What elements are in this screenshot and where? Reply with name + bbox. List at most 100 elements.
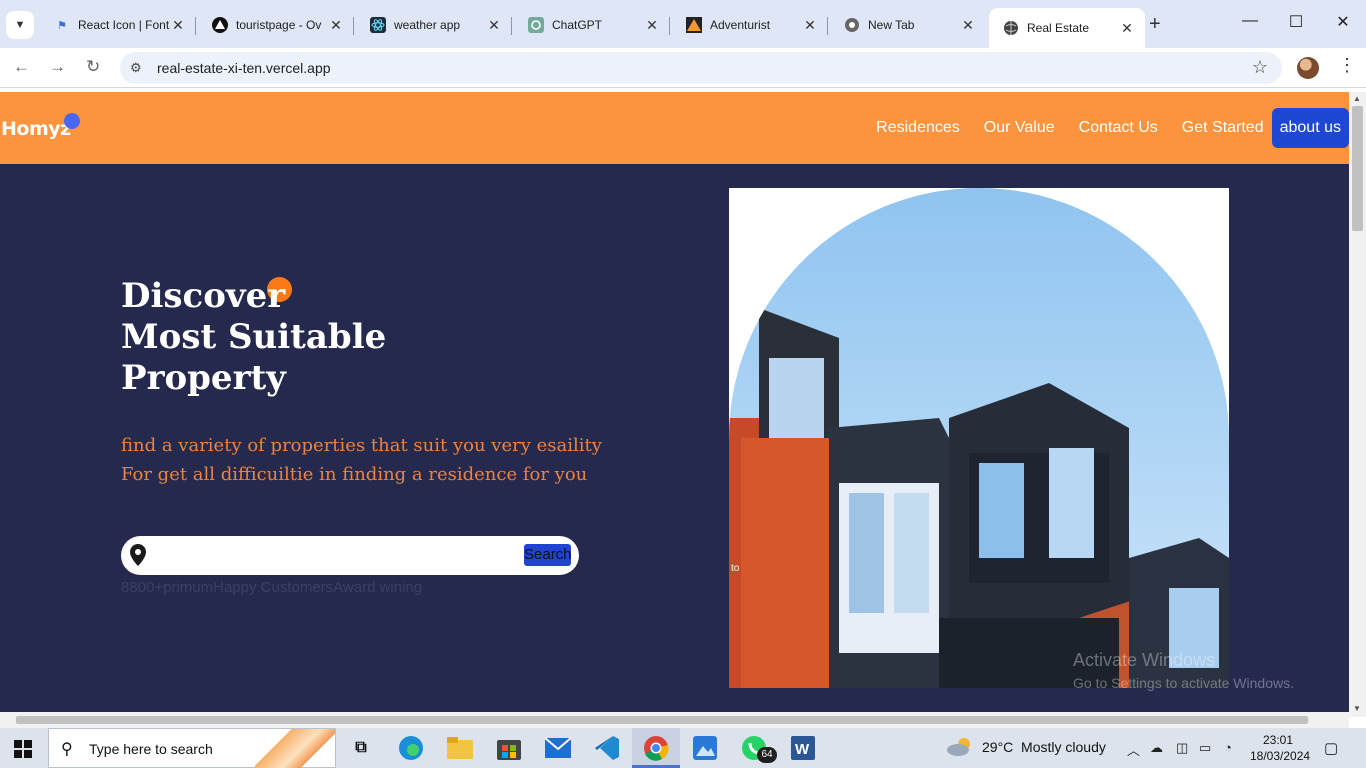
forward-arrow-icon[interactable]: → xyxy=(49,57,66,77)
browser-tab[interactable]: ⚑ React Icon | Font ✕ xyxy=(40,8,196,42)
stats-text: 8800+primumHappy CustomersAward wining xyxy=(121,579,423,596)
vscode-icon[interactable] xyxy=(593,734,621,762)
hero-title-line: Most Suitable xyxy=(121,317,387,357)
clock-date: 18/03/2024 xyxy=(1250,749,1311,763)
image-caption-text: to xyxy=(731,563,740,574)
battery-icon[interactable]: ▭ xyxy=(1199,740,1211,756)
cloudy-weather-icon xyxy=(946,738,974,756)
notifications-icon[interactable]: ▢ xyxy=(1324,739,1338,757)
mail-icon[interactable] xyxy=(544,734,572,762)
browser-toolbar: ← → ↻ ⚙ real-estate-xi-ten.vercel.app ☆ … xyxy=(0,48,1366,88)
profile-avatar[interactable] xyxy=(1297,57,1319,79)
watermark-line: Activate Windows xyxy=(1073,650,1216,670)
globe-icon xyxy=(1003,20,1019,36)
close-icon[interactable]: ✕ xyxy=(960,17,976,34)
onedrive-icon[interactable]: ☁ xyxy=(1150,740,1163,756)
close-window-icon[interactable]: ✕ xyxy=(1320,12,1366,32)
address-bar[interactable]: ⚙ real-estate-xi-ten.vercel.app ☆ xyxy=(120,52,1282,84)
back-arrow-icon[interactable]: ← xyxy=(13,57,30,77)
photos-icon[interactable] xyxy=(691,734,719,762)
nav-get-started[interactable]: Get Started xyxy=(1182,119,1264,137)
browser-tab[interactable]: New Tab ✕ xyxy=(830,8,986,42)
windows-start-icon[interactable] xyxy=(14,740,32,763)
chrome-taskbar-icon[interactable] xyxy=(642,734,670,762)
edge-icon[interactable] xyxy=(397,734,425,762)
nav-residences[interactable]: Residences xyxy=(876,119,960,137)
nav-our-value[interactable]: Our Value xyxy=(984,119,1055,137)
site-settings-icon[interactable]: ⚙ xyxy=(130,60,142,76)
hero-title-line: Property xyxy=(121,358,286,398)
vertical-scrollbar[interactable]: ▲ ▼ xyxy=(1349,92,1366,717)
close-icon[interactable]: ✕ xyxy=(486,17,502,34)
tab-search-button[interactable]: ▼ xyxy=(6,11,34,39)
tab-label: New Tab xyxy=(868,18,915,32)
hero-property-image: to xyxy=(729,188,1229,688)
chatgpt-icon xyxy=(528,17,544,33)
more-menu-icon[interactable]: ⋮ xyxy=(1338,55,1356,76)
close-icon[interactable]: ✕ xyxy=(802,17,818,34)
site-logo[interactable]: Homyz xyxy=(1,118,71,140)
browser-tab-active[interactable]: Real Estate ✕ xyxy=(989,8,1145,48)
microsoft-store-icon[interactable] xyxy=(495,734,523,762)
browser-tab[interactable]: ChatGPT ✕ xyxy=(514,8,670,42)
clock-time: 23:01 xyxy=(1262,733,1294,747)
tab-label: Real Estate xyxy=(1027,21,1090,35)
nav-contact-us[interactable]: Contact Us xyxy=(1079,119,1158,137)
new-tab-plus-icon[interactable]: + xyxy=(1149,13,1161,36)
close-icon[interactable]: ✕ xyxy=(170,17,186,34)
location-pin-icon xyxy=(130,544,146,571)
horizontal-scrollbar[interactable] xyxy=(0,712,1349,728)
location-search-bar[interactable]: Search xyxy=(121,536,579,575)
hero-title-line: Discover xyxy=(121,276,286,316)
hero-subtitle-line: find a variety of properties that suit y… xyxy=(121,435,602,456)
chrome-icon xyxy=(844,17,860,33)
taskbar-search-box[interactable]: ⚲ Type here to search xyxy=(48,728,336,768)
browser-tab[interactable]: touristpage - Ov ✕ xyxy=(198,8,354,42)
weather-widget[interactable]: 29°C Mostly cloudy xyxy=(946,738,1106,756)
chevron-up-icon[interactable]: ︿ xyxy=(1127,740,1140,759)
url-text[interactable]: real-estate-xi-ten.vercel.app xyxy=(157,60,331,76)
scroll-up-arrow-icon[interactable]: ▲ xyxy=(1353,94,1361,103)
search-button[interactable]: Search xyxy=(524,544,572,566)
file-explorer-icon[interactable] xyxy=(446,734,474,762)
activate-windows-watermark: Activate Windows Go to Settings to activ… xyxy=(1073,650,1294,691)
browser-tab[interactable]: Adventurist ✕ xyxy=(672,8,828,42)
site-header: Homyz Residences Our Value Contact Us Ge… xyxy=(0,92,1349,164)
minimize-icon[interactable]: — xyxy=(1227,12,1273,30)
reload-icon[interactable]: ↻ xyxy=(86,57,100,77)
scroll-down-arrow-icon[interactable]: ▼ xyxy=(1353,704,1361,713)
react-icon xyxy=(370,17,386,33)
horizontal-scroll-thumb[interactable] xyxy=(16,716,1308,724)
system-clock[interactable]: 23:01 18/03/2024 xyxy=(1250,732,1311,764)
tab-label: weather app xyxy=(394,18,461,32)
hero-title: Discover Most Suitable Property xyxy=(121,276,386,399)
search-placeholder: Type here to search xyxy=(89,741,213,757)
search-highlight-decoration xyxy=(255,729,335,768)
close-icon[interactable]: ✕ xyxy=(1119,20,1135,37)
maximize-icon[interactable]: ☐ xyxy=(1273,12,1319,32)
close-icon[interactable]: ✕ xyxy=(644,17,660,34)
about-us-button[interactable]: about us xyxy=(1271,108,1349,148)
browser-tab[interactable]: weather app ✕ xyxy=(356,8,512,42)
weather-text: 29°C Mostly cloudy xyxy=(982,739,1106,755)
tab-label: React Icon | Font xyxy=(78,18,170,32)
tab-label: touristpage - Ov xyxy=(236,18,322,32)
svg-text:W: W xyxy=(795,741,810,758)
notification-badge: 64 xyxy=(757,747,777,763)
task-view-icon[interactable]: ⧉ xyxy=(347,734,375,762)
word-icon[interactable]: W xyxy=(789,734,817,762)
chevron-down-icon: ▼ xyxy=(14,19,26,31)
meet-now-icon[interactable]: ◫ xyxy=(1176,740,1188,756)
bookmark-star-icon[interactable]: ☆ xyxy=(1252,57,1268,78)
web-page: Homyz Residences Our Value Contact Us Ge… xyxy=(0,92,1349,712)
watermark-line: Go to Settings to activate Windows. xyxy=(1073,675,1294,691)
wifi-icon[interactable]: ◔ xyxy=(1224,740,1232,755)
site-nav: Residences Our Value Contact Us Get Star… xyxy=(876,108,1349,148)
tab-label: Adventurist xyxy=(710,18,771,32)
close-icon[interactable]: ✕ xyxy=(328,17,344,34)
search-icon: ⚲ xyxy=(61,741,73,758)
vertical-scroll-thumb[interactable] xyxy=(1352,106,1363,231)
flag-icon: ⚑ xyxy=(57,19,67,32)
mountain-icon xyxy=(686,17,702,33)
windows-taskbar: ⚲ Type here to search ⧉ 64 W 29°C Mostly… xyxy=(0,728,1366,768)
